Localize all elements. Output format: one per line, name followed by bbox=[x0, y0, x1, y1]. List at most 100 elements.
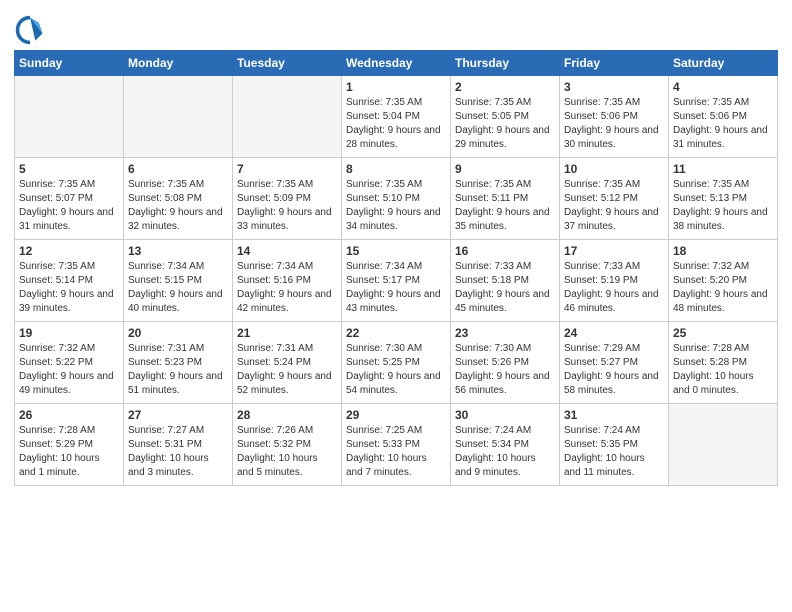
calendar-cell: 24Sunrise: 7:29 AMSunset: 5:27 PMDayligh… bbox=[560, 322, 669, 404]
calendar-cell: 18 Sunrise: 7:32 AMSunset: 5:20 PMDayligh… bbox=[669, 240, 778, 322]
day-info: Sunrise: 7:30 AMSunset: 5:26 PMDaylight:… bbox=[455, 342, 555, 398]
day-info: Sunrise: 7:27 AMSunset: 5:31 PMDaylight:… bbox=[128, 424, 228, 480]
calendar-cell: 25 Sunrise: 7:28 AMSunset: 5:28 PMDayligh… bbox=[669, 322, 778, 404]
calendar-cell: 28 Sunrise: 7:26 AMSunset: 5:32 PMDayligh… bbox=[233, 404, 342, 486]
day-info: Sunrise: 7:35 AMSunset: 5:05 PMDaylight:… bbox=[455, 96, 555, 152]
day-info: Sunrise: 7:35 AMSunset: 5:08 PMDaylight:… bbox=[128, 178, 228, 234]
day-number: 11 bbox=[673, 162, 773, 176]
day-number: 27 bbox=[128, 408, 228, 422]
calendar-cell: 4 Sunrise: 7:35 AMSunset: 5:06 PMDaylight… bbox=[669, 76, 778, 158]
calendar-cell: 15 Sunrise: 7:34 AMSunset: 5:17 PMDayligh… bbox=[342, 240, 451, 322]
week-row-2: 12 Sunrise: 7:35 AMSunset: 5:14 PMDayligh… bbox=[15, 240, 778, 322]
day-number: 6 bbox=[128, 162, 228, 176]
day-number: 12 bbox=[19, 244, 119, 258]
day-info: Sunrise: 7:35 AMSunset: 5:07 PMDaylight:… bbox=[19, 178, 119, 234]
calendar-cell: 7Sunrise: 7:35 AMSunset: 5:09 PMDaylight… bbox=[233, 158, 342, 240]
day-info: Sunrise: 7:35 AMSunset: 5:06 PMDaylight:… bbox=[673, 96, 773, 152]
day-info: Sunrise: 7:26 AMSunset: 5:32 PMDaylight:… bbox=[237, 424, 337, 480]
calendar-cell bbox=[15, 76, 124, 158]
day-number: 10 bbox=[564, 162, 664, 176]
calendar-cell: 11 Sunrise: 7:35 AMSunset: 5:13 PMDayligh… bbox=[669, 158, 778, 240]
day-info: Sunrise: 7:24 AMSunset: 5:34 PMDaylight:… bbox=[455, 424, 555, 480]
calendar-cell: 8Sunrise: 7:35 AMSunset: 5:10 PMDaylight… bbox=[342, 158, 451, 240]
weekday-header-thursday: Thursday bbox=[451, 51, 560, 76]
week-row-0: 1 Sunrise: 7:35 AMSunset: 5:04 PMDaylight… bbox=[15, 76, 778, 158]
calendar-cell: 10 Sunrise: 7:35 AMSunset: 5:12 PMDayligh… bbox=[560, 158, 669, 240]
day-info: Sunrise: 7:35 AMSunset: 5:06 PMDaylight:… bbox=[564, 96, 664, 152]
calendar-cell: 27 Sunrise: 7:27 AMSunset: 5:31 PMDayligh… bbox=[124, 404, 233, 486]
day-info: Sunrise: 7:24 AMSunset: 5:35 PMDaylight:… bbox=[564, 424, 664, 480]
header bbox=[14, 10, 778, 46]
day-number: 30 bbox=[455, 408, 555, 422]
day-number: 18 bbox=[673, 244, 773, 258]
calendar-cell: 13 Sunrise: 7:34 AMSunset: 5:15 PMDayligh… bbox=[124, 240, 233, 322]
calendar-cell: 3Sunrise: 7:35 AMSunset: 5:06 PMDaylight… bbox=[560, 76, 669, 158]
logo-icon bbox=[14, 14, 46, 46]
weekday-header-saturday: Saturday bbox=[669, 51, 778, 76]
calendar-cell bbox=[669, 404, 778, 486]
calendar-cell: 23 Sunrise: 7:30 AMSunset: 5:26 PMDayligh… bbox=[451, 322, 560, 404]
day-info: Sunrise: 7:28 AMSunset: 5:28 PMDaylight:… bbox=[673, 342, 773, 398]
page-container: SundayMondayTuesdayWednesdayThursdayFrid… bbox=[0, 0, 792, 612]
weekday-header-friday: Friday bbox=[560, 51, 669, 76]
day-number: 4 bbox=[673, 80, 773, 94]
weekday-header-row: SundayMondayTuesdayWednesdayThursdayFrid… bbox=[15, 51, 778, 76]
day-number: 24 bbox=[564, 326, 664, 340]
day-info: Sunrise: 7:35 AMSunset: 5:04 PMDaylight:… bbox=[346, 96, 446, 152]
day-info: Sunrise: 7:31 AMSunset: 5:24 PMDaylight:… bbox=[237, 342, 337, 398]
day-number: 14 bbox=[237, 244, 337, 258]
day-number: 8 bbox=[346, 162, 446, 176]
day-number: 29 bbox=[346, 408, 446, 422]
day-number: 15 bbox=[346, 244, 446, 258]
day-info: Sunrise: 7:35 AMSunset: 5:13 PMDaylight:… bbox=[673, 178, 773, 234]
day-number: 17 bbox=[564, 244, 664, 258]
calendar-cell: 21Sunrise: 7:31 AMSunset: 5:24 PMDayligh… bbox=[233, 322, 342, 404]
calendar-table: SundayMondayTuesdayWednesdayThursdayFrid… bbox=[14, 50, 778, 486]
weekday-header-wednesday: Wednesday bbox=[342, 51, 451, 76]
day-number: 25 bbox=[673, 326, 773, 340]
calendar-cell bbox=[233, 76, 342, 158]
weekday-header-tuesday: Tuesday bbox=[233, 51, 342, 76]
day-number: 19 bbox=[19, 326, 119, 340]
week-row-3: 19Sunrise: 7:32 AMSunset: 5:22 PMDayligh… bbox=[15, 322, 778, 404]
day-info: Sunrise: 7:25 AMSunset: 5:33 PMDaylight:… bbox=[346, 424, 446, 480]
calendar-cell: 30 Sunrise: 7:24 AMSunset: 5:34 PMDayligh… bbox=[451, 404, 560, 486]
day-info: Sunrise: 7:34 AMSunset: 5:16 PMDaylight:… bbox=[237, 260, 337, 316]
calendar-cell: 17 Sunrise: 7:33 AMSunset: 5:19 PMDayligh… bbox=[560, 240, 669, 322]
day-info: Sunrise: 7:31 AMSunset: 5:23 PMDaylight:… bbox=[128, 342, 228, 398]
day-number: 1 bbox=[346, 80, 446, 94]
calendar-cell: 6 Sunrise: 7:35 AMSunset: 5:08 PMDaylight… bbox=[124, 158, 233, 240]
calendar-cell: 5 Sunrise: 7:35 AMSunset: 5:07 PMDaylight… bbox=[15, 158, 124, 240]
day-info: Sunrise: 7:32 AMSunset: 5:20 PMDaylight:… bbox=[673, 260, 773, 316]
day-number: 13 bbox=[128, 244, 228, 258]
week-row-1: 5 Sunrise: 7:35 AMSunset: 5:07 PMDaylight… bbox=[15, 158, 778, 240]
day-info: Sunrise: 7:30 AMSunset: 5:25 PMDaylight:… bbox=[346, 342, 446, 398]
weekday-header-monday: Monday bbox=[124, 51, 233, 76]
day-number: 22 bbox=[346, 326, 446, 340]
day-info: Sunrise: 7:33 AMSunset: 5:18 PMDaylight:… bbox=[455, 260, 555, 316]
day-info: Sunrise: 7:33 AMSunset: 5:19 PMDaylight:… bbox=[564, 260, 664, 316]
day-number: 5 bbox=[19, 162, 119, 176]
logo bbox=[14, 14, 50, 46]
calendar-cell: 1 Sunrise: 7:35 AMSunset: 5:04 PMDaylight… bbox=[342, 76, 451, 158]
day-number: 26 bbox=[19, 408, 119, 422]
calendar-cell: 16 Sunrise: 7:33 AMSunset: 5:18 PMDayligh… bbox=[451, 240, 560, 322]
day-info: Sunrise: 7:35 AMSunset: 5:14 PMDaylight:… bbox=[19, 260, 119, 316]
calendar-cell: 26 Sunrise: 7:28 AMSunset: 5:29 PMDayligh… bbox=[15, 404, 124, 486]
calendar-cell: 12 Sunrise: 7:35 AMSunset: 5:14 PMDayligh… bbox=[15, 240, 124, 322]
calendar-cell: 22 Sunrise: 7:30 AMSunset: 5:25 PMDayligh… bbox=[342, 322, 451, 404]
day-info: Sunrise: 7:34 AMSunset: 5:15 PMDaylight:… bbox=[128, 260, 228, 316]
day-number: 23 bbox=[455, 326, 555, 340]
day-info: Sunrise: 7:34 AMSunset: 5:17 PMDaylight:… bbox=[346, 260, 446, 316]
day-number: 9 bbox=[455, 162, 555, 176]
day-info: Sunrise: 7:35 AMSunset: 5:11 PMDaylight:… bbox=[455, 178, 555, 234]
day-number: 28 bbox=[237, 408, 337, 422]
day-number: 16 bbox=[455, 244, 555, 258]
calendar-cell: 31Sunrise: 7:24 AMSunset: 5:35 PMDayligh… bbox=[560, 404, 669, 486]
day-info: Sunrise: 7:35 AMSunset: 5:12 PMDaylight:… bbox=[564, 178, 664, 234]
calendar-cell: 20Sunrise: 7:31 AMSunset: 5:23 PMDayligh… bbox=[124, 322, 233, 404]
week-row-4: 26 Sunrise: 7:28 AMSunset: 5:29 PMDayligh… bbox=[15, 404, 778, 486]
weekday-header-sunday: Sunday bbox=[15, 51, 124, 76]
day-info: Sunrise: 7:28 AMSunset: 5:29 PMDaylight:… bbox=[19, 424, 119, 480]
day-number: 2 bbox=[455, 80, 555, 94]
